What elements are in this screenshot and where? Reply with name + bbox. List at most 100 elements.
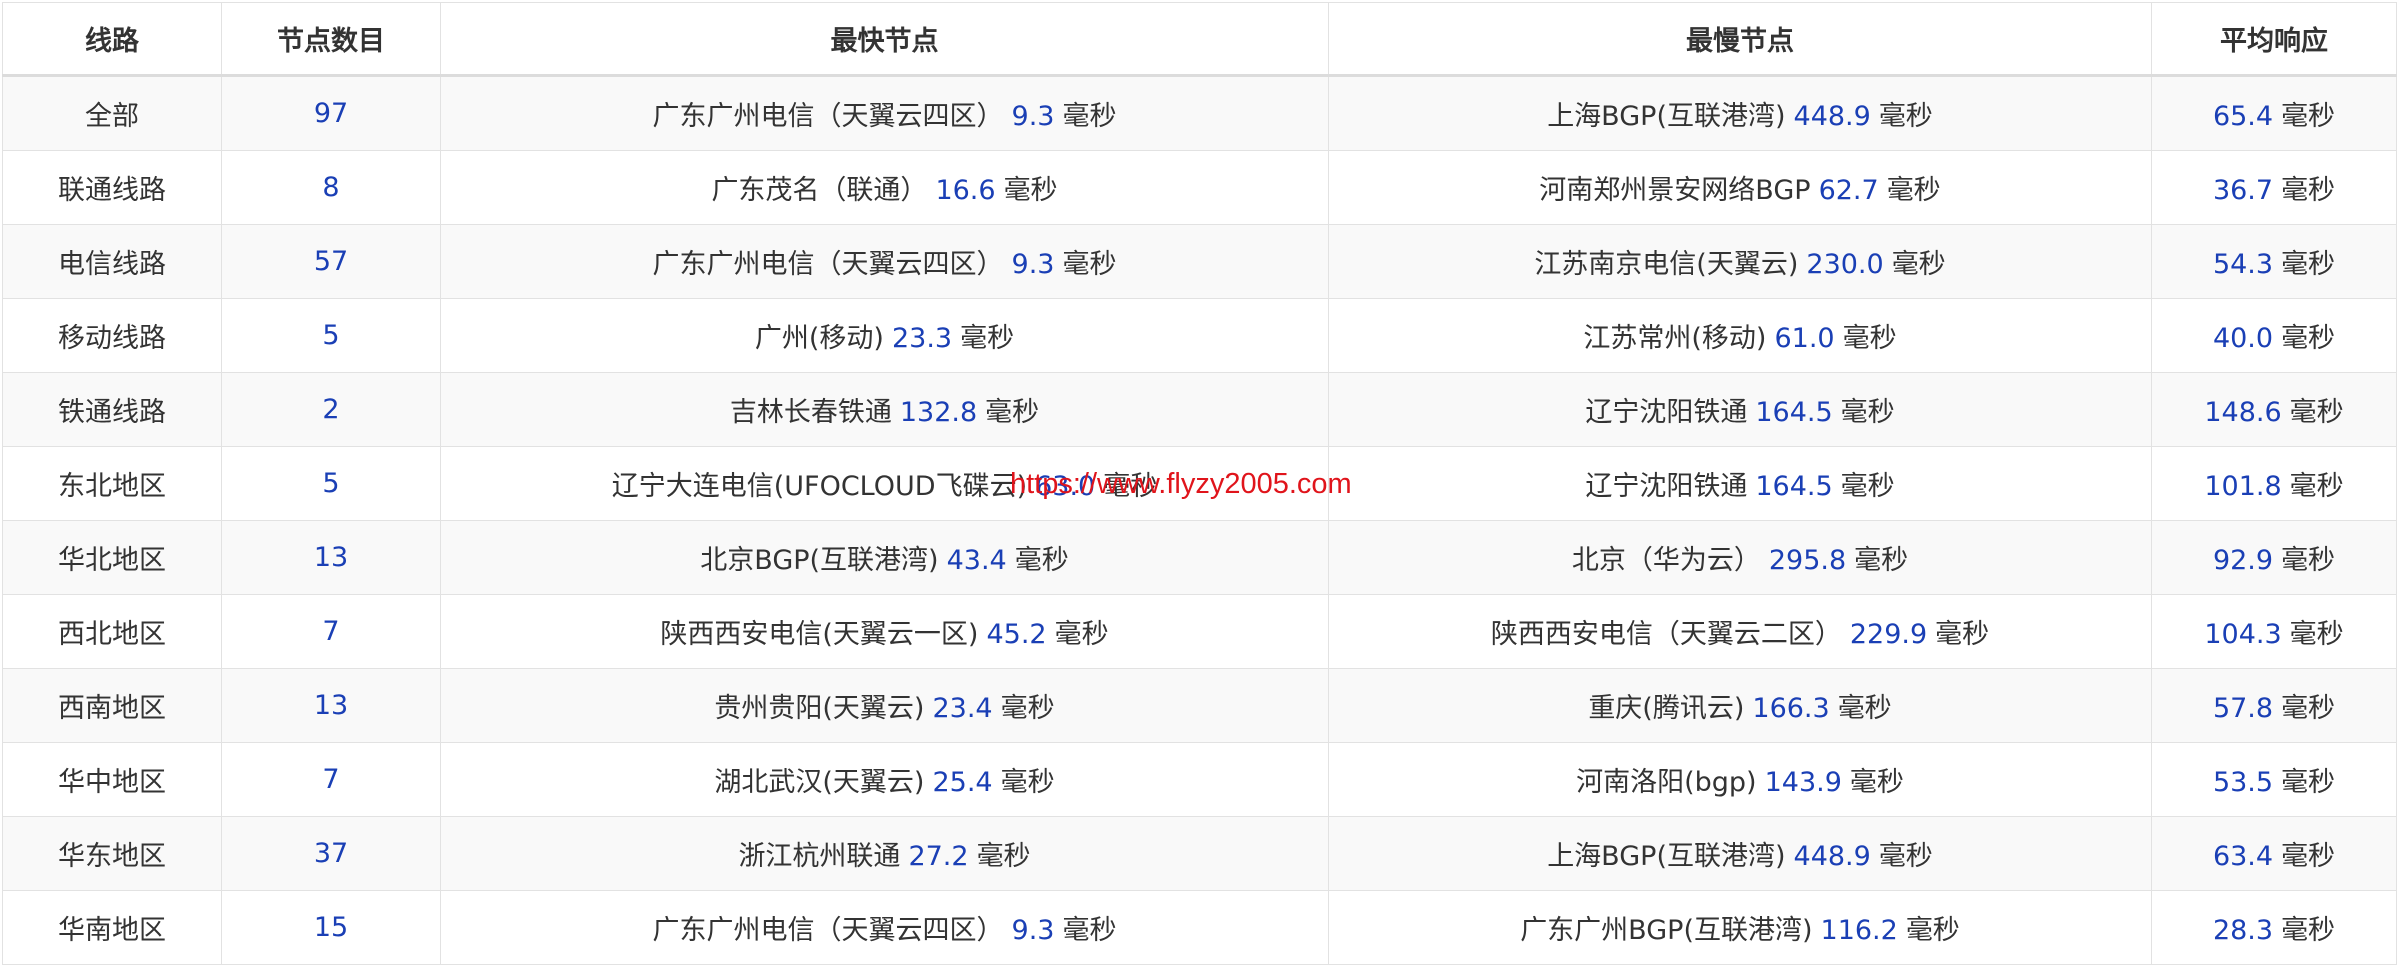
average-ms: 101.8 bbox=[2204, 471, 2282, 502]
slowest-cell: 广东广州BGP(互联港湾) 116.2 毫秒 bbox=[1328, 890, 2152, 965]
unit-label: 毫秒 bbox=[1837, 693, 1892, 724]
line-cell: 铁通线路 bbox=[2, 372, 222, 447]
fastest-node-name: 陕西西安电信(天翼云一区) bbox=[660, 619, 979, 650]
slowest-node-name: 广东广州BGP(互联港湾) bbox=[1520, 915, 1813, 946]
fastest-cell: 北京BGP(互联港湾) 43.4 毫秒 bbox=[440, 520, 1329, 595]
unit-label: 毫秒 bbox=[2281, 915, 2336, 946]
count-cell: 57 bbox=[221, 224, 441, 299]
slowest-cell: 陕西西安电信（天翼云二区） 229.9 毫秒 bbox=[1328, 594, 2152, 669]
slowest-cell: 上海BGP(互联港湾) 448.9 毫秒 bbox=[1328, 75, 2152, 151]
count-cell: 37 bbox=[221, 816, 441, 891]
count-cell: 15 bbox=[221, 890, 441, 965]
slowest-cell: 河南洛阳(bgp) 143.9 毫秒 bbox=[1328, 742, 2152, 817]
line-name: 华南地区 bbox=[58, 915, 166, 946]
slowest-cell: 河南郑州景安网络BGP 62.7 毫秒 bbox=[1328, 150, 2152, 225]
fastest-cell: 广州(移动) 23.3 毫秒 bbox=[440, 298, 1329, 373]
unit-label: 毫秒 bbox=[1891, 249, 1946, 280]
unit-label: 毫秒 bbox=[1000, 767, 1055, 798]
table-row: 铁通线路 2 吉林长春铁通 132.8 毫秒 辽宁沈阳铁通 164.5 毫秒 148.6 毫秒 bbox=[2, 372, 2397, 447]
slowest-cell: 江苏南京电信(天翼云) 230.0 毫秒 bbox=[1328, 224, 2152, 299]
slowest-node-name: 上海BGP(互联港湾) bbox=[1547, 101, 1786, 132]
slowest-node-name: 辽宁沈阳铁通 bbox=[1585, 397, 1748, 428]
fastest-node-ms: 9.3 bbox=[1011, 915, 1055, 946]
unit-label: 毫秒 bbox=[2281, 323, 2336, 354]
average-ms: 40.0 bbox=[2212, 323, 2274, 354]
table-row: 移动线路 5 广州(移动) 23.3 毫秒 江苏常州(移动) 61.0 毫秒 40.0 毫秒 bbox=[2, 298, 2397, 373]
fastest-node-name: 贵州贵阳(天翼云) bbox=[714, 693, 925, 724]
unit-label: 毫秒 bbox=[1849, 767, 1904, 798]
fastest-node-name: 广东广州电信（天翼云四区） bbox=[652, 915, 1004, 946]
fastest-node-name: 广州(移动) bbox=[754, 323, 884, 354]
unit-label: 毫秒 bbox=[1054, 619, 1109, 650]
unit-label: 毫秒 bbox=[1886, 175, 1941, 206]
node-count: 37 bbox=[313, 838, 349, 869]
table-row: 华北地区 13 北京BGP(互联港湾) 43.4 毫秒 北京（华为云） 295.8 毫秒 92.… bbox=[2, 520, 2397, 595]
average-ms: 65.4 bbox=[2212, 101, 2274, 132]
node-count: 57 bbox=[313, 246, 349, 277]
unit-label: 毫秒 bbox=[2281, 693, 2336, 724]
header-average-response: 平均响应 bbox=[2151, 2, 2397, 77]
slowest-node-ms: 230.0 bbox=[1806, 249, 1884, 280]
unit-label: 毫秒 bbox=[1935, 619, 1990, 650]
fastest-node-ms: 16.6 bbox=[935, 175, 996, 206]
unit-label: 毫秒 bbox=[1062, 249, 1117, 280]
count-cell: 13 bbox=[221, 668, 441, 743]
unit-label: 毫秒 bbox=[960, 323, 1015, 354]
table-row: 电信线路 57 广东广州电信（天翼云四区） 9.3 毫秒 江苏南京电信(天翼云) 230.0… bbox=[2, 224, 2397, 299]
line-cell: 东北地区 bbox=[2, 446, 222, 521]
unit-label: 毫秒 bbox=[2281, 767, 2336, 798]
fastest-cell: 广东广州电信（天翼云四区） 9.3 毫秒 bbox=[440, 224, 1329, 299]
node-count: 8 bbox=[322, 172, 340, 203]
line-cell: 华中地区 bbox=[2, 742, 222, 817]
node-count: 2 bbox=[322, 394, 340, 425]
fastest-node-name: 北京BGP(互联港湾) bbox=[700, 545, 939, 576]
slowest-node-ms: 295.8 bbox=[1768, 545, 1847, 576]
line-name: 西南地区 bbox=[58, 693, 166, 724]
fastest-cell: 辽宁大连电信(UFOCLOUD飞碟云) 63.0 毫秒 bbox=[440, 446, 1329, 521]
count-cell: 7 bbox=[221, 742, 441, 817]
count-cell: 7 bbox=[221, 594, 441, 669]
header-node-count: 节点数目 bbox=[221, 2, 441, 77]
line-name: 联通线路 bbox=[58, 175, 166, 206]
line-cell: 华北地区 bbox=[2, 520, 222, 595]
average-cell: 104.3 毫秒 bbox=[2151, 594, 2397, 669]
slowest-cell: 北京（华为云） 295.8 毫秒 bbox=[1328, 520, 2152, 595]
slowest-node-name: 上海BGP(互联港湾) bbox=[1547, 841, 1786, 872]
fastest-node-name: 广东茂名（联通） bbox=[711, 175, 928, 206]
table-row: 西南地区 13 贵州贵阳(天翼云) 23.4 毫秒 重庆(腾讯云) 166.3 毫秒 57.8 毫… bbox=[2, 668, 2397, 743]
table-body: 全部 97 广东广州电信（天翼云四区） 9.3 毫秒 上海BGP(互联港湾) 448.9 毫秒… bbox=[2, 75, 2397, 965]
node-count: 7 bbox=[322, 764, 340, 795]
unit-label: 毫秒 bbox=[1062, 101, 1117, 132]
fastest-cell: 广东广州电信（天翼云四区） 9.3 毫秒 bbox=[440, 75, 1329, 151]
average-cell: 28.3 毫秒 bbox=[2151, 890, 2397, 965]
unit-label: 毫秒 bbox=[1905, 915, 1960, 946]
line-name: 西北地区 bbox=[58, 619, 166, 650]
node-count: 7 bbox=[322, 616, 340, 647]
average-ms: 53.5 bbox=[2212, 767, 2274, 798]
fastest-node-ms: 27.2 bbox=[908, 841, 969, 872]
latency-table: 线路 节点数目 最快节点 最慢节点 平均响应 全部 97 广东广州电信（天翼云四区）… bbox=[2, 2, 2397, 965]
slowest-node-ms: 116.2 bbox=[1820, 915, 1898, 946]
slowest-node-ms: 166.3 bbox=[1752, 693, 1830, 724]
table-row: 华中地区 7 湖北武汉(天翼云) 25.4 毫秒 河南洛阳(bgp) 143.9 毫秒 53.5… bbox=[2, 742, 2397, 817]
average-cell: 63.4 毫秒 bbox=[2151, 816, 2397, 891]
average-ms: 28.3 bbox=[2212, 915, 2274, 946]
unit-label: 毫秒 bbox=[1878, 841, 1933, 872]
unit-label: 毫秒 bbox=[1062, 915, 1117, 946]
line-name: 东北地区 bbox=[58, 471, 166, 502]
count-cell: 97 bbox=[221, 75, 441, 151]
slowest-node-name: 河南洛阳(bgp) bbox=[1576, 767, 1757, 798]
line-cell: 华南地区 bbox=[2, 890, 222, 965]
node-count: 97 bbox=[313, 98, 349, 129]
fastest-node-ms: 23.3 bbox=[891, 323, 953, 354]
fastest-cell: 广东茂名（联通） 16.6 毫秒 bbox=[440, 150, 1329, 225]
table-row: 联通线路 8 广东茂名（联通） 16.6 毫秒 河南郑州景安网络BGP 62.7 毫秒 36.7… bbox=[2, 150, 2397, 225]
table-row: 华东地区 37 浙江杭州联通 27.2 毫秒 上海BGP(互联港湾) 448.9 毫秒 63.4… bbox=[2, 816, 2397, 891]
unit-label: 毫秒 bbox=[1840, 471, 1895, 502]
line-name: 华北地区 bbox=[58, 545, 166, 576]
unit-label: 毫秒 bbox=[1000, 693, 1055, 724]
average-cell: 53.5 毫秒 bbox=[2151, 742, 2397, 817]
slowest-node-ms: 229.9 bbox=[1849, 619, 1928, 650]
average-cell: 40.0 毫秒 bbox=[2151, 298, 2397, 373]
count-cell: 5 bbox=[221, 298, 441, 373]
